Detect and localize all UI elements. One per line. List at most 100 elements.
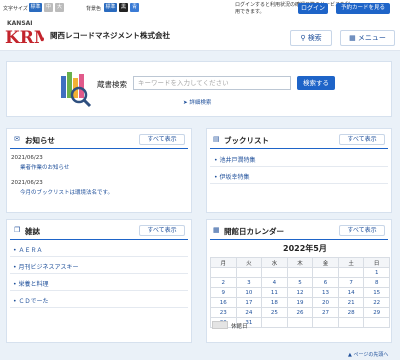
company-name: 関西レコードマネジメント株式会社 [50,31,170,40]
calendar-day [363,317,390,328]
booklist-item-label: 池井戸潤特集 [219,157,256,164]
page-top-label: ページの先頭へ [353,352,389,358]
news-show-all-button[interactable]: すべて表示 [139,134,185,145]
news-show-all-label: すべて表示 [147,136,177,143]
calendar-icon: ▦ [213,226,220,234]
calendar-day: 24 [235,307,263,318]
weekday-header: 火 [235,257,263,268]
calendar-title: 開館日カレンダー [224,227,284,236]
magazine-item-label: 栄養と料理 [18,281,49,288]
calendar-day [261,267,288,278]
news-date: 2021/06/23 [11,155,43,161]
booklist-show-all-button[interactable]: すべて表示 [339,134,385,145]
header-search-button[interactable]: ⚲ 検索 [290,30,332,46]
calendar-day [337,267,365,278]
closed-day-legend-swatch [212,321,228,329]
bg-black-button[interactable]: 黒 [119,3,128,12]
calendar-day: 4 [261,277,288,288]
bg-color-label: 背景色 [86,6,102,12]
magazine-show-all-button[interactable]: すべて表示 [139,225,185,236]
font-size-standard-button[interactable]: 標準 [29,3,42,12]
top-options-bar: 文字サイズ 標準 中 大 背景色 標準 黒 青 ログインすると利用状況の確認日等… [0,0,400,17]
list-separator [10,307,188,308]
calendar-weekday-row: 月 火 水 木 金 土 日 [210,257,390,268]
search-icon: ⚲ [300,34,306,42]
calendar-day [337,317,365,328]
login-button[interactable]: ログイン [298,3,328,14]
search-submit-button[interactable]: 検索する [297,76,335,90]
bg-standard-button[interactable]: 標準 [104,3,117,12]
magazine-icon: ❐ [14,226,21,234]
calendar-day [286,267,314,278]
booklist-show-all-label: すべて表示 [347,136,377,143]
calendar-week-row: 2 3 4 5 6 7 8 [210,277,390,288]
news-link[interactable]: 業者作業のお知らせ [20,163,69,171]
calendar-day: 27 [312,307,339,318]
megaphone-icon: ✉ [14,135,20,143]
magazine-show-all-label: すべて表示 [147,227,177,234]
advanced-search-link[interactable]: ➤ 詳細検索 [183,98,211,106]
booklist-item-label: 伊坂幸特集 [219,174,250,181]
magazine-item[interactable]: • ＣＤでーた [13,296,48,305]
magazine-item[interactable]: • 栄養と料理 [13,279,48,288]
arrow-up-icon: ▲ [348,352,352,358]
weekday-header: 土 [337,257,365,268]
weekday-header: 月 [210,257,237,268]
booklist-item[interactable]: • 伊坂幸特集 [214,172,249,181]
list-separator [10,273,188,274]
calendar-day: 23 [210,307,237,318]
calendar-week-row: 9 10 11 12 13 14 15 [210,287,390,298]
calendar-day [312,317,339,328]
magazine-item-label: 月刊ビジネスアスキー [18,264,79,271]
booklist-title: ブックリスト [224,136,269,145]
calendar-table: 月 火 水 木 金 土 日 1 2 3 4 5 6 7 8 9 10 11 12… [210,257,390,328]
calendar-day: 16 [210,297,237,308]
calendar-day: 10 [235,287,263,298]
booklist-item[interactable]: • 池井戸潤特集 [214,155,255,164]
calendar-month: 2022年5月 [283,244,327,253]
calendar-day: 5 [286,277,314,288]
menu-grid-icon: ▦ [349,34,356,42]
booklist-divider [210,148,388,149]
calendar-day [312,267,339,278]
font-size-label: 文字サイズ [3,6,28,12]
list-separator [10,290,188,291]
magazine-title: 雑誌 [25,227,40,236]
calendar-day: 9 [210,287,237,298]
calendar-day: 15 [363,287,390,298]
reservation-card-button[interactable]: 予約カードを見る [336,3,390,14]
calendar-day: 28 [337,307,365,318]
calendar-day: 13 [312,287,339,298]
calendar-show-all-button[interactable]: すべて表示 [339,225,385,236]
search-input[interactable] [133,76,291,90]
news-title: お知らせ [25,136,55,145]
calendar-day: 2 [210,277,237,288]
calendar-day: 29 [363,307,390,318]
weekday-header: 日 [363,257,390,268]
news-link[interactable]: 今月のブックリストは環境法名です。 [20,188,113,196]
calendar-day [235,267,263,278]
header-menu-button[interactable]: ▦ メニュー [340,30,395,46]
logo-main-text: KRM [5,28,44,46]
bg-blue-button[interactable]: 青 [130,3,139,12]
font-size-large-button[interactable]: 大 [55,3,64,12]
magazine-item[interactable]: • ＡＥＲＡ [13,245,42,254]
magazine-item[interactable]: • 月刊ビジネスアスキー [13,262,78,271]
calendar-day: 22 [363,297,390,308]
page-top-link[interactable]: ▲ ページの先頭へ [348,351,388,358]
calendar-day: 26 [286,307,314,318]
krm-logo[interactable]: KANSAI KRM [4,18,53,48]
list-separator [210,183,388,184]
calendar-week-row: 1 [210,267,390,278]
news-divider [10,148,188,149]
calendar-week-row: 23 24 25 26 27 28 29 [210,307,390,318]
header-menu-label: メニュー [357,34,386,42]
calendar-day: 20 [312,297,339,308]
calendar-day: 1 [363,267,390,278]
calendar-day: 12 [286,287,314,298]
magazine-item-label: ＡＥＲＡ [18,247,43,254]
weekday-header: 木 [286,257,314,268]
calendar-divider [210,239,388,240]
font-size-medium-button[interactable]: 中 [44,3,53,12]
weekday-header: 水 [261,257,288,268]
